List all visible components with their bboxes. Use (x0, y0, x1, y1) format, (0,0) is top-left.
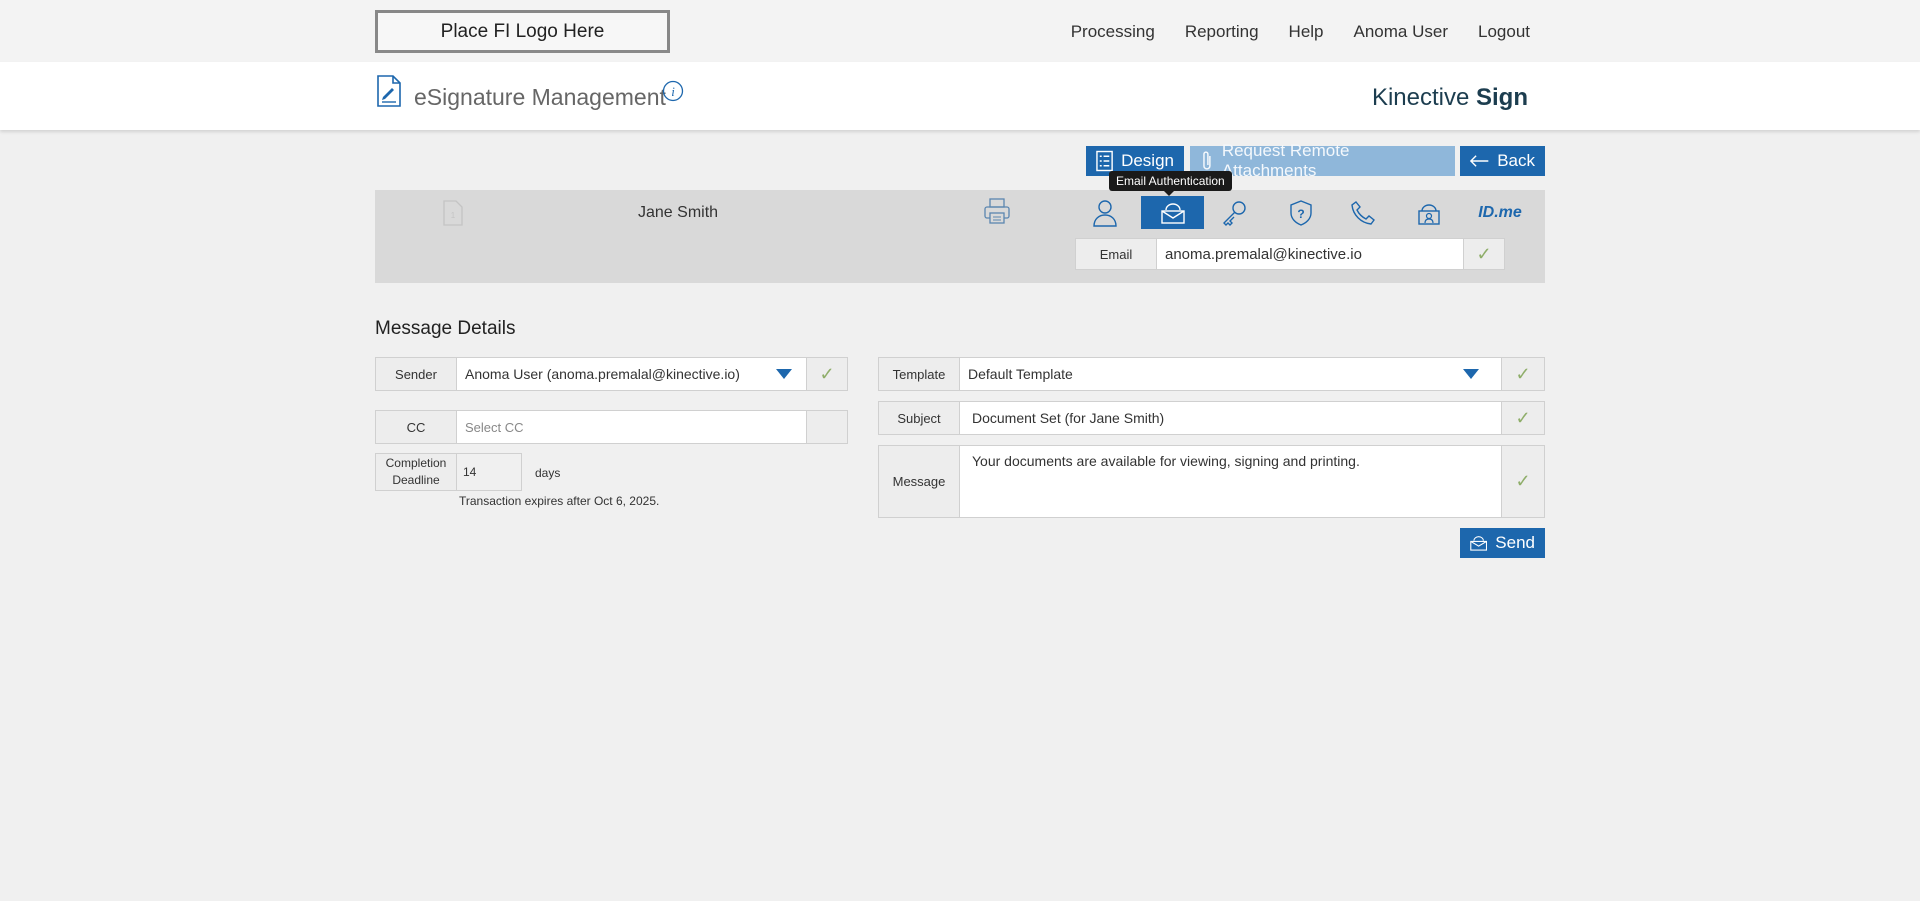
expiration-text: Transaction expires after Oct 6, 2025. (459, 494, 660, 508)
dropdown-arrow-icon (1463, 369, 1479, 379)
message-details-title: Message Details (375, 318, 516, 339)
message-field: Message Your documents are available for… (878, 445, 1545, 518)
email-label: Email (1076, 239, 1157, 269)
idme-auth-icon[interactable]: ID.me (1472, 197, 1528, 229)
brand-regular: Kinective (1371, 84, 1476, 111)
paperclip-icon (1203, 151, 1211, 170)
deadline-unit: days (535, 466, 561, 480)
subject-field: Subject Document Set (for Jane Smith) ✓ (878, 401, 1545, 435)
email-send-icon (1470, 536, 1488, 551)
back-label: Back (1497, 151, 1535, 170)
info-icon[interactable]: i (662, 80, 684, 107)
deadline-days-input[interactable]: 14 (457, 453, 522, 491)
cc-check-placeholder (806, 411, 847, 443)
send-button[interactable]: Send (1460, 528, 1545, 558)
completion-deadline-label: Completion Deadline (375, 453, 457, 491)
cloud-id-auth-icon[interactable] (1409, 197, 1449, 229)
svg-text:1: 1 (451, 211, 456, 220)
page-header: eSignature Management i Kinective Sign (0, 62, 1920, 130)
arrow-left-icon (1470, 155, 1489, 167)
template-label: Template (879, 358, 960, 390)
nav-reporting[interactable]: Reporting (1185, 22, 1259, 42)
cc-field: CC Select CC (375, 410, 848, 444)
brand-bold: Sign (1476, 84, 1528, 111)
message-check-icon: ✓ (1501, 446, 1544, 517)
cc-label: CC (376, 411, 457, 443)
idme-label: ID.me (1478, 204, 1522, 221)
template-select[interactable]: Default Template (960, 358, 1501, 390)
top-bar: Place FI Logo Here Processing Reporting … (0, 0, 1920, 62)
nav-help[interactable]: Help (1289, 22, 1324, 42)
sender-label: Sender (376, 358, 457, 390)
back-button[interactable]: Back (1460, 146, 1545, 176)
nav-user-menu[interactable]: Anoma User (1354, 22, 1448, 42)
printer-icon[interactable] (983, 197, 1011, 230)
message-label: Message (879, 446, 960, 517)
top-nav: Processing Reporting Help Anoma User Log… (1071, 22, 1530, 42)
nav-processing[interactable]: Processing (1071, 22, 1155, 42)
deadline-label-line1: Completion (385, 456, 447, 470)
request-remote-attachments-label: Request Remote Attachments (1221, 141, 1350, 180)
email-authentication-tooltip: Email Authentication (1109, 171, 1232, 196)
page-title: eSignature Management (414, 84, 666, 110)
email-input[interactable]: anoma.premalal@kinective.io (1157, 239, 1463, 269)
checklist-icon (1096, 150, 1113, 172)
esignature-document-icon (376, 75, 402, 112)
email-auth-icon[interactable] (1141, 196, 1204, 229)
message-textarea[interactable]: Your documents are available for viewing… (960, 446, 1501, 517)
brand-logo: Kinective Sign (1372, 84, 1528, 112)
send-label: Send (1495, 533, 1535, 552)
key-auth-icon[interactable] (1215, 197, 1255, 229)
template-field: Template Default Template ✓ (878, 357, 1545, 391)
subject-input[interactable]: Document Set (for Jane Smith) (960, 402, 1501, 434)
completion-deadline-field: Completion Deadline 14 (375, 453, 525, 491)
subject-check-icon: ✓ (1501, 402, 1544, 434)
nav-logout[interactable]: Logout (1478, 22, 1530, 42)
phone-auth-icon[interactable] (1343, 197, 1383, 229)
signer-email-field: Email anoma.premalal@kinective.io ✓ (1075, 238, 1505, 270)
design-label: Design (1121, 151, 1174, 170)
svg-text:?: ? (1297, 207, 1304, 221)
template-check-icon: ✓ (1501, 358, 1544, 390)
person-auth-icon[interactable] (1085, 197, 1125, 229)
sender-check-icon: ✓ (806, 358, 847, 390)
dropdown-arrow-icon (776, 369, 792, 379)
subject-label: Subject (879, 402, 960, 434)
deadline-label-line2: Deadline (392, 473, 440, 487)
security-question-shield-icon[interactable]: ? (1281, 197, 1321, 229)
sender-select[interactable]: Anoma User (anoma.premalal@kinective.io) (457, 358, 806, 390)
sender-value: Anoma User (anoma.premalal@kinective.io) (465, 366, 740, 382)
signer-name: Jane Smith (638, 204, 719, 221)
cc-input[interactable]: Select CC (457, 411, 806, 443)
svg-text:i: i (671, 84, 675, 99)
document-faded-icon: 1 (443, 200, 463, 231)
template-value: Default Template (968, 366, 1073, 382)
email-check-icon: ✓ (1463, 239, 1504, 269)
fi-logo-placeholder: Place FI Logo Here (375, 10, 670, 53)
signer-panel: 1 Jane Smith ? ID.me Email anoma.premala… (375, 190, 1545, 283)
sender-field: Sender Anoma User (anoma.premalal@kinect… (375, 357, 848, 391)
